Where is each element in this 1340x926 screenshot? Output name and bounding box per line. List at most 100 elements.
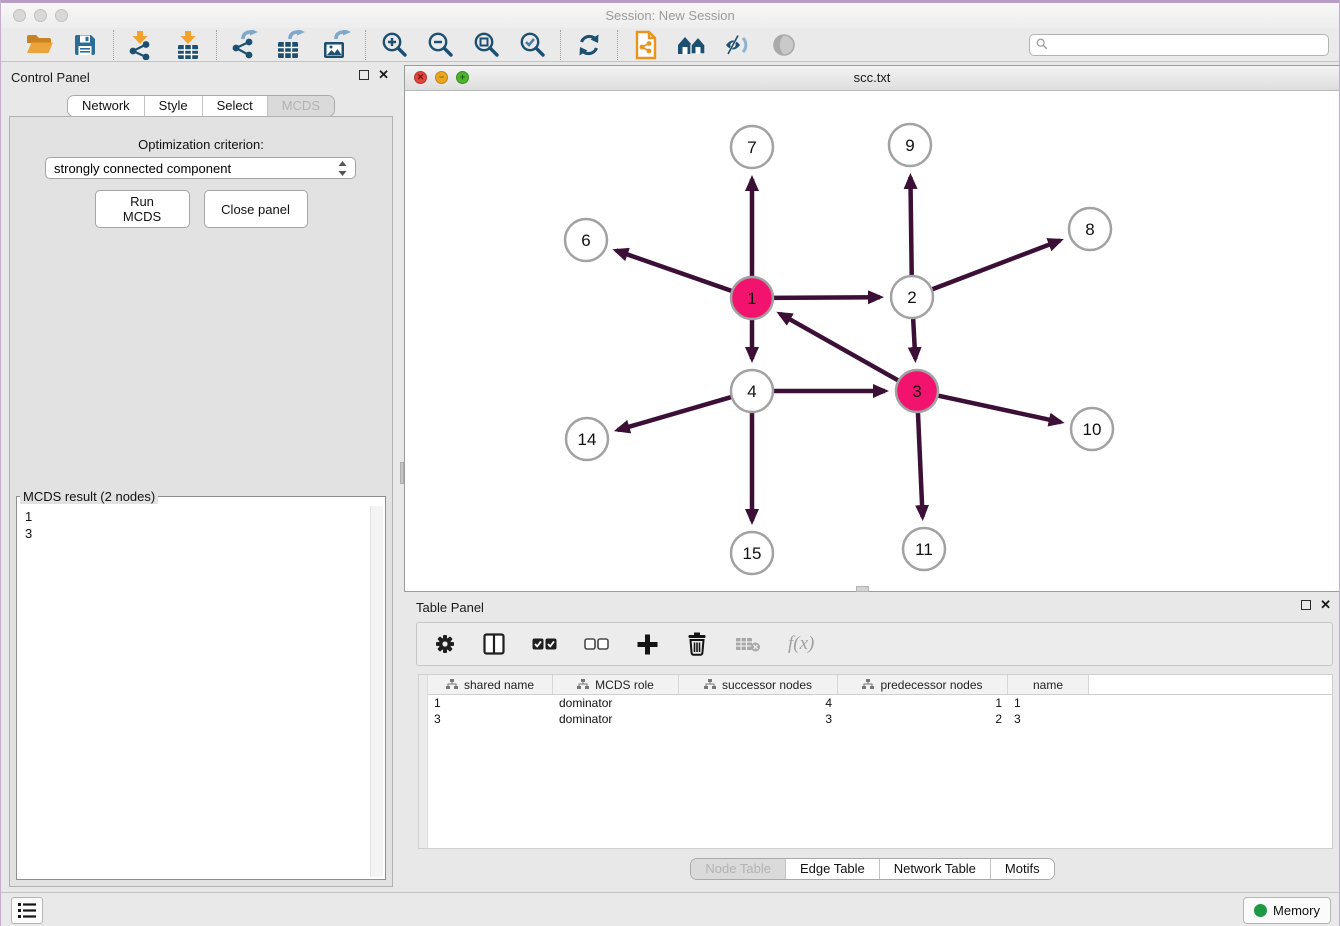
tab-network-table[interactable]: Network Table [879,859,990,879]
graph-node-label-6: 6 [581,231,590,250]
vertical-splitter-handle[interactable] [400,462,404,484]
table-cell: dominator [553,696,679,710]
stepper-icon [338,161,347,176]
eye-sphere-icon [771,32,797,58]
save-floppy-icon [73,33,97,57]
graph-node-label-1: 1 [747,289,756,308]
edge-4-to-14[interactable] [618,396,734,430]
session-title: Session: New Session [1,8,1339,23]
tab-select[interactable]: Select [202,96,267,116]
search-field-wrap [1029,34,1329,56]
edge-1-to-2[interactable] [771,297,880,298]
titlebar: Session: New Session [1,3,1339,28]
tab-mcds[interactable]: MCDS [267,96,334,116]
float-panel-icon[interactable] [359,70,369,80]
zoom-selected-icon [518,31,546,59]
hide-labels-button[interactable] [721,30,755,60]
search-input[interactable] [1029,34,1329,56]
deselect-all-rows-button[interactable] [584,638,609,650]
memory-button[interactable]: Memory [1243,897,1331,924]
delete-column-button[interactable] [686,632,708,656]
zoom-out-button[interactable] [423,30,457,60]
table-row[interactable]: 1dominator411 [428,695,1332,711]
table-cell: 4 [679,696,838,710]
edge-3-to-1[interactable] [780,314,901,382]
edge-3-to-11[interactable] [918,410,923,517]
float-table-panel-icon[interactable] [1301,600,1311,610]
delete-table-button[interactable] [735,635,761,653]
tree-hierarchy-icon [577,679,589,690]
table-panel-title: Table Panel [416,600,484,615]
graph-node-label-11: 11 [915,540,933,559]
run-mcds-button[interactable]: Run MCDS [95,190,190,228]
list-icon [18,903,36,918]
column-header-label: MCDS role [595,678,654,692]
network-graph-svg: 7968124314101511 [405,90,1339,591]
open-session-button[interactable] [22,30,56,60]
import-table-icon [175,30,201,60]
column-header-name[interactable]: name [1008,675,1089,694]
tab-motifs[interactable]: Motifs [990,859,1054,879]
edge-1-to-6[interactable] [616,251,734,292]
tab-edge-table[interactable]: Edge Table [785,859,879,879]
export-network-button[interactable] [228,30,262,60]
tab-network[interactable]: Network [68,96,144,116]
column-header-label: predecessor nodes [880,678,982,692]
zoom-fit-icon [472,31,500,59]
checked-boxes-icon [532,638,557,650]
graph-node-label-3: 3 [912,382,921,401]
edge-2-to-8[interactable] [930,240,1060,290]
optimization-criterion-label: Optimization criterion: [10,137,392,152]
result-scrollbar[interactable] [370,506,383,877]
close-table-panel-icon[interactable]: ✕ [1320,600,1331,610]
mcds-result-box: MCDS result (2 nodes) 13 [16,489,386,880]
network-window-titlebar[interactable]: ✕ − + scc.txt [405,66,1339,91]
column-header-shared-name[interactable]: shared name [428,675,553,694]
table-cell: 3 [679,712,838,726]
edge-2-to-3[interactable] [913,316,915,359]
refresh-layout-button[interactable] [572,30,606,60]
export-image-button[interactable] [320,30,354,60]
import-table-button[interactable] [171,30,205,60]
birds-eye-view-button[interactable] [767,30,801,60]
tab-style[interactable]: Style [144,96,202,116]
export-table-button[interactable] [274,30,308,60]
columns-icon [483,633,505,655]
status-bar: Memory [1,892,1339,926]
tree-hierarchy-icon [704,679,716,690]
edge-3-to-10[interactable] [936,395,1061,422]
select-all-rows-button[interactable] [532,638,557,650]
column-header-successor-nodes[interactable]: successor nodes [679,675,838,694]
column-header-MCDS-role[interactable]: MCDS role [553,675,679,694]
close-panel-icon[interactable]: ✕ [378,70,389,80]
zoom-in-button[interactable] [377,30,411,60]
import-network-icon [128,30,156,60]
task-history-button[interactable] [11,897,43,924]
horizontal-splitter-handle[interactable] [856,586,869,592]
save-session-button[interactable] [68,30,102,60]
nested-networks-button[interactable] [675,30,709,60]
tree-hierarchy-icon [862,679,874,690]
export-image-icon [322,30,352,60]
import-network-button[interactable] [125,30,159,60]
function-builder-button[interactable]: f(x) [788,633,814,655]
column-chooser-button[interactable] [483,633,505,655]
column-header-predecessor-nodes[interactable]: predecessor nodes [838,675,1008,694]
table-cell: 2 [838,712,1008,726]
mcds-result-list: 13 [19,506,369,877]
table-cell: 3 [1008,712,1089,726]
add-column-button[interactable] [636,633,659,656]
table-settings-button[interactable] [434,633,456,655]
edge-2-to-9[interactable] [910,177,911,278]
export-network-icon [230,30,260,60]
close-panel-button[interactable]: Close panel [204,190,308,228]
table-row[interactable]: 3dominator323 [428,711,1332,727]
control-panel-tabs: NetworkStyleSelectMCDS [67,95,335,117]
criterion-select[interactable]: strongly connected component [45,157,356,179]
zoom-selected-button[interactable] [515,30,549,60]
network-canvas[interactable]: 7968124314101511 [405,90,1339,591]
zoom-fit-button[interactable] [469,30,503,60]
tab-node-table[interactable]: Node Table [691,859,785,879]
copy-network-button[interactable] [629,30,663,60]
mcds-panel-body: Optimization criterion: strongly connect… [9,116,393,887]
